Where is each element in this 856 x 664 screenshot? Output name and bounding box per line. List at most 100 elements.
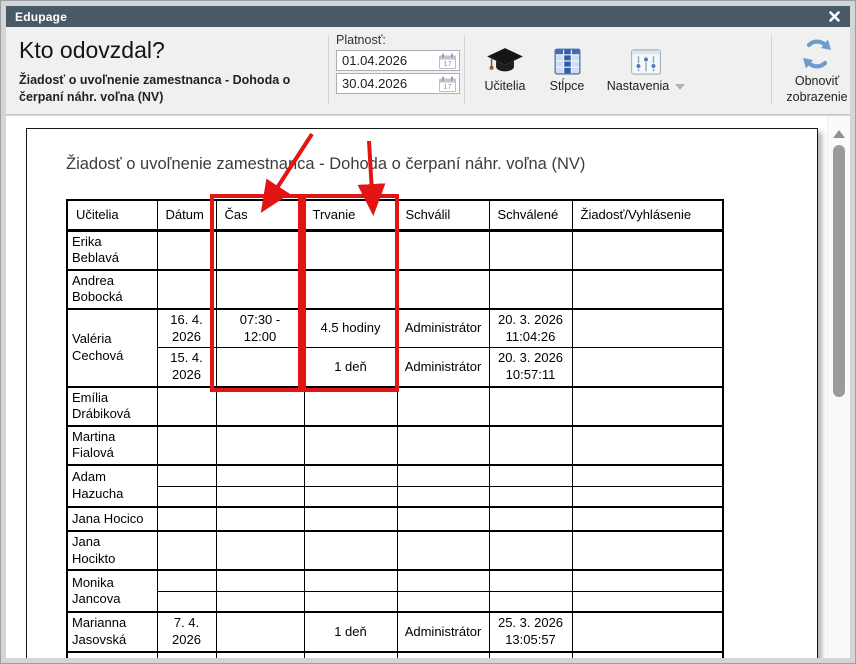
table-row: Jana Hocico [67,507,723,531]
cell-cas [216,570,304,591]
cell-trvanie [304,570,397,591]
cell-datum [157,230,216,270]
cell-datum: 7. 4. 2026 [157,612,216,651]
cell-schvalene [489,426,572,465]
table-row: Valéria Cechová16. 4. 202607:30 - 12:004… [67,309,723,348]
column-header: Trvanie [304,200,397,230]
cell-ziadost [572,591,723,612]
cell-trvanie: 1 deň [304,612,397,651]
divider [464,35,465,104]
cell-cas [216,387,304,426]
cell-schvalene [489,486,572,507]
columns-button-label: Stĺpce [538,79,596,93]
header-text-block: Kto odovzdal? Žiadosť o uvoľnenie zamest… [19,37,324,105]
cell-cas [216,507,304,531]
cell-schvalene [489,591,572,612]
cell-ziadost [572,507,723,531]
refresh-view-button[interactable]: Obnoviť zobrazenie [780,34,854,105]
cell-ziadost [572,387,723,426]
table-row: 15. 4. 20261 deňAdministrátor20. 3. 2026… [67,348,723,387]
column-header: Žiadosť/Vyhlásenie [572,200,723,230]
cell-schvalene [489,652,572,659]
cell-ziadost [572,570,723,591]
vertical-scrollbar[interactable] [827,116,850,658]
teacher-name-cell: Marianna Jasovská [67,612,157,651]
table-row [67,486,723,507]
close-button[interactable] [827,10,841,24]
settings-button[interactable]: Nastavenia [600,39,692,93]
cell-datum [157,426,216,465]
table-row: Monika Jancova [67,570,723,591]
cell-ziadost [572,348,723,387]
cell-datum [157,387,216,426]
teacher-name-cell: Valéria Cechová [67,309,157,387]
columns-table-icon [554,48,581,75]
teacher-name-cell: Monika Jancova [67,570,157,612]
cell-cas [216,531,304,570]
date-to-input[interactable]: 30.04.2026 17 [336,73,460,94]
cell-trvanie [304,230,397,270]
scroll-up-arrow-icon[interactable] [833,130,845,138]
scrollbar-thumb[interactable] [833,145,845,397]
cell-ziadost [572,652,723,659]
teachers-button-label: Učitelia [472,79,538,93]
svg-text:17: 17 [443,59,451,68]
settings-button-label: Nastavenia [607,79,670,93]
teacher-name-cell: Erika Beblavá [67,230,157,270]
print-preview-page: Žiadosť o uvoľnenie zamestnanca - Dohoda… [26,128,818,658]
cell-cas [216,230,304,270]
cell-ziadost [572,270,723,309]
cell-trvanie [304,387,397,426]
table-row: Andrea Bobocká [67,270,723,309]
cell-schvalil [397,591,489,612]
cell-cas [216,270,304,309]
date-from-input[interactable]: 01.04.2026 17 [336,50,460,71]
cell-datum [157,531,216,570]
cell-schvalene [489,387,572,426]
cell-datum [157,591,216,612]
cell-trvanie [304,531,397,570]
column-header: Dátum [157,200,216,230]
cell-cas [216,465,304,486]
cell-schvalene: 20. 3. 2026 11:04:26 [489,309,572,348]
refresh-icon [799,36,835,72]
cell-datum [157,465,216,486]
cell-schvalene [489,230,572,270]
cell-ziadost [572,486,723,507]
table-header-row: UčiteliaDátumČasTrvanieSchválilSchválené… [67,200,723,230]
column-header: Učitelia [67,200,157,230]
columns-button[interactable]: Stĺpce [538,39,596,93]
cell-schvalil [397,230,489,270]
cell-cas [216,486,304,507]
teacher-name-cell: Jana Hocikto [67,531,157,570]
validity-label: Platnosť: [336,33,462,47]
page-subtitle: Žiadosť o uvoľnenie zamestnanca - Dohoda… [19,72,324,105]
table-row: Emília Drábiková [67,387,723,426]
cell-cas [216,612,304,651]
validity-section: Platnosť: 01.04.2026 17 30.04.2026 [336,33,462,96]
cell-cas [216,591,304,612]
divider [771,35,772,104]
calendar-icon[interactable]: 17 [439,76,456,92]
table-row: Veronika [67,652,723,659]
cell-trvanie [304,465,397,486]
teachers-button[interactable]: Učitelia [472,39,538,93]
cell-datum [157,486,216,507]
table-row [67,591,723,612]
cell-cas [216,426,304,465]
column-header: Schválil [397,200,489,230]
chevron-down-icon [675,84,685,90]
cell-datum: 15. 4. 2026 [157,348,216,387]
settings-sliders-icon [631,49,661,75]
preview-table: UčiteliaDátumČasTrvanieSchválilSchválené… [66,199,724,658]
cell-schvalil [397,507,489,531]
graduation-cap-icon [486,47,524,75]
cell-schvalil: Administrátor [397,309,489,348]
cell-trvanie [304,486,397,507]
date-from-value: 01.04.2026 [342,53,407,68]
close-icon [829,11,840,22]
cell-schvalene: 25. 3. 2026 13:05:57 [489,612,572,651]
cell-schvalil: Administrátor [397,612,489,651]
cell-schvalil [397,426,489,465]
calendar-icon[interactable]: 17 [439,53,456,69]
